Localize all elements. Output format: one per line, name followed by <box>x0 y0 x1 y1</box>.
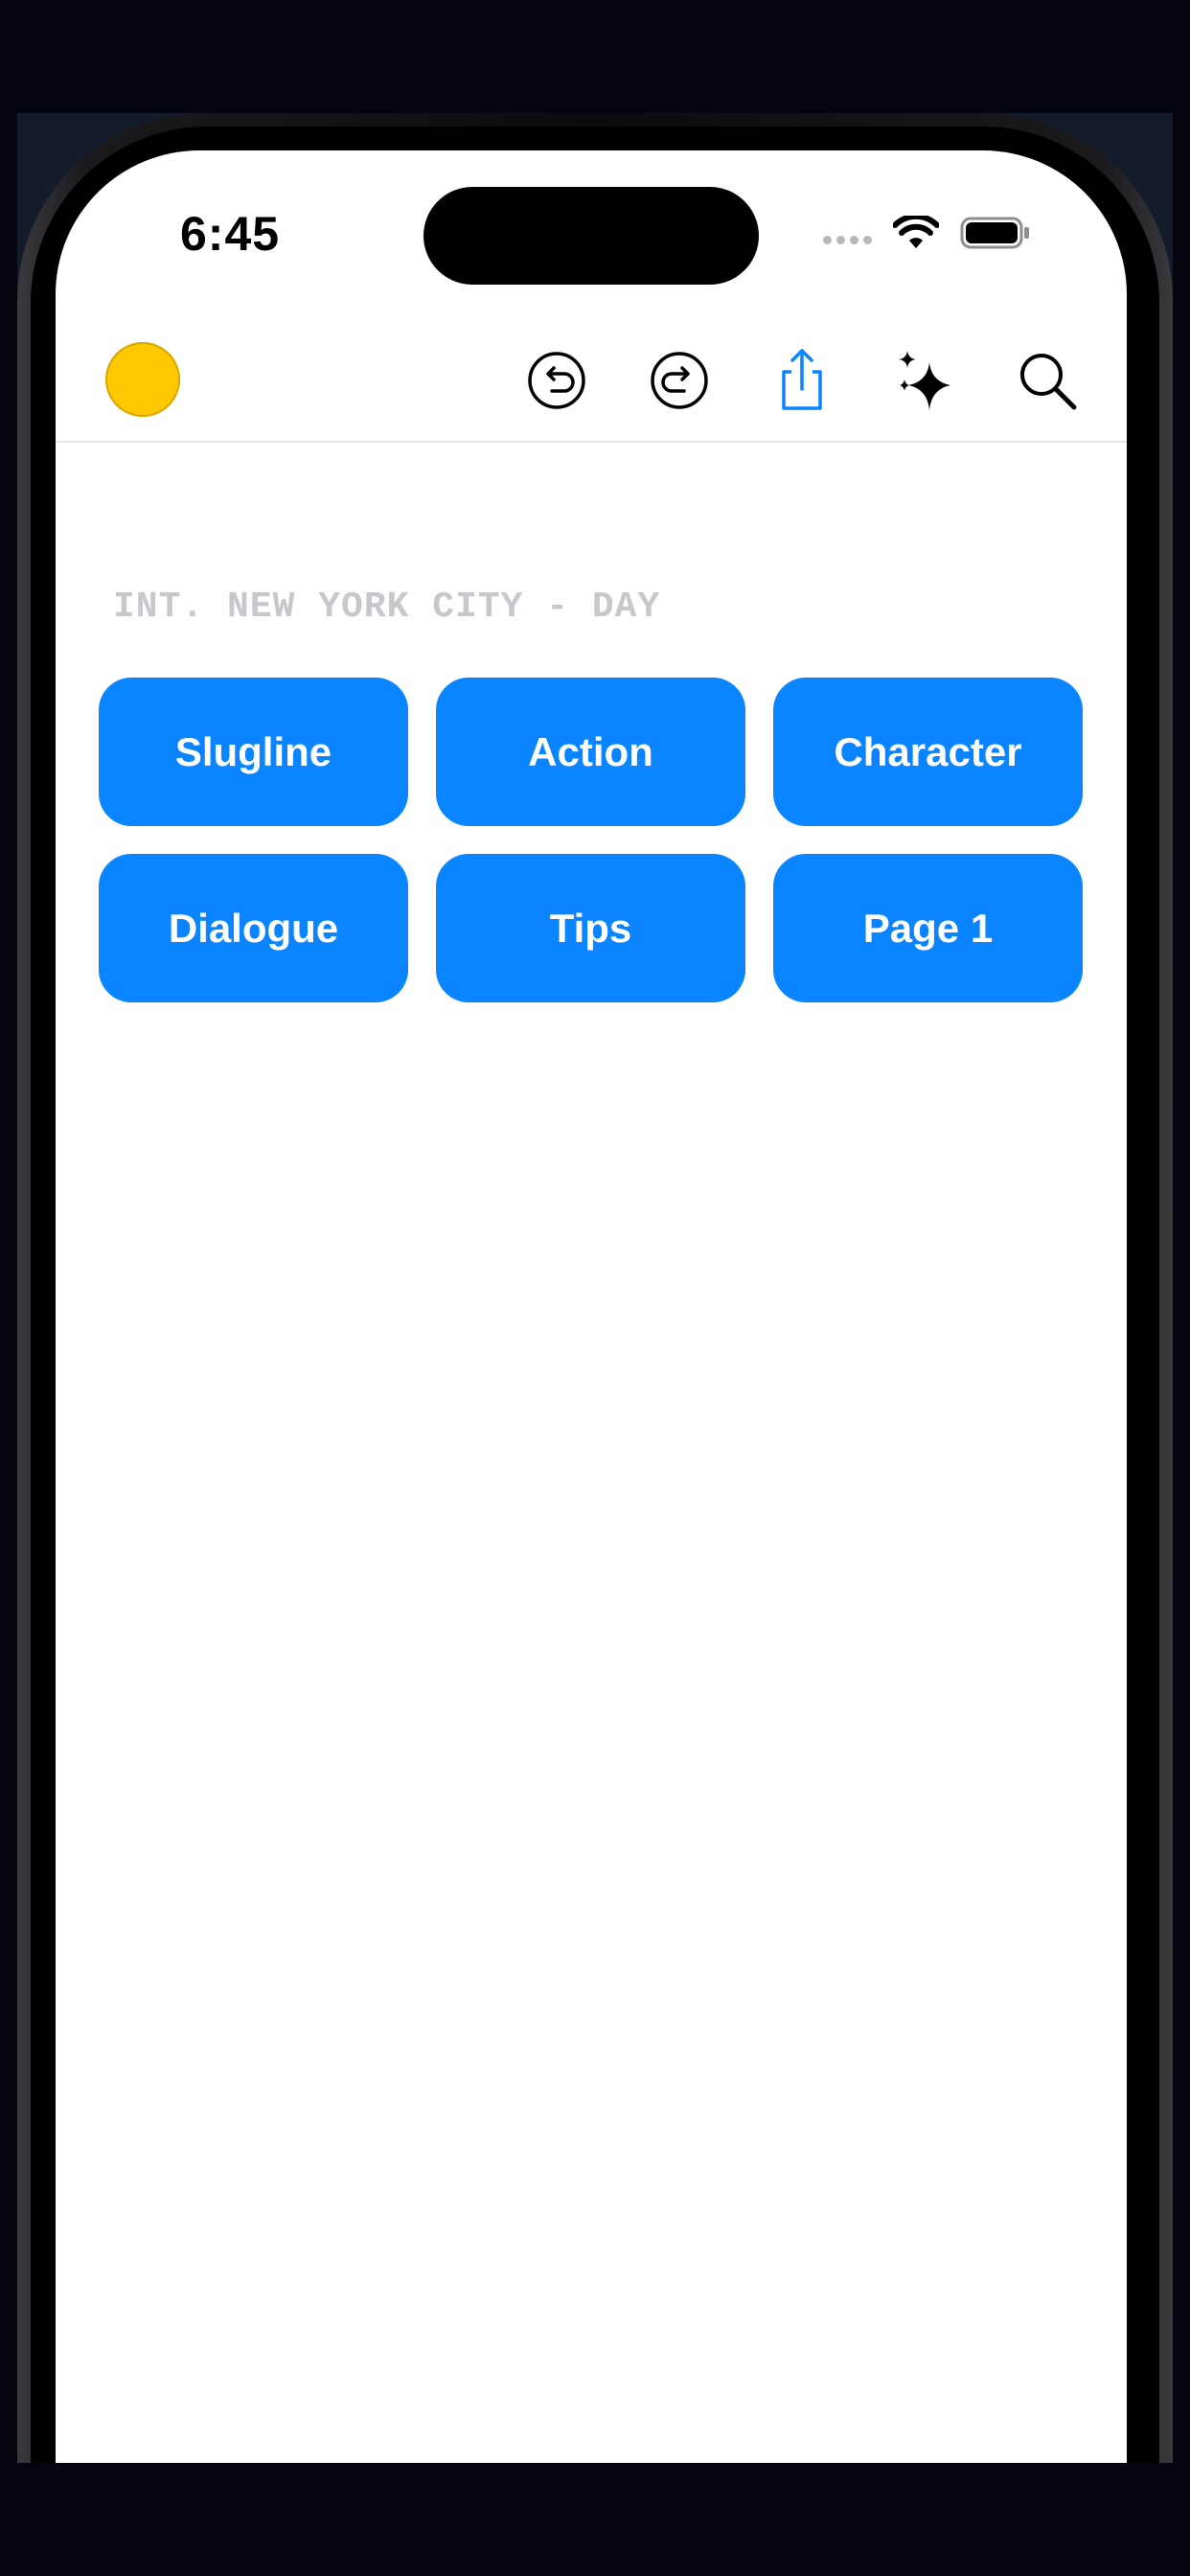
dynamic-island <box>423 187 759 285</box>
action-button[interactable]: Action <box>436 678 745 826</box>
editor-toolbar <box>56 323 1127 438</box>
avatar[interactable] <box>105 342 180 417</box>
app-screen: 6:45 INT. NEW YORK CITY - DAY Slugline A… <box>56 150 1127 2576</box>
element-type-grid: Slugline Action Character Dialogue Tips … <box>99 678 1086 1002</box>
tips-button[interactable]: Tips <box>436 854 745 1002</box>
status-time: 6:45 <box>180 207 281 261</box>
dialogue-button[interactable]: Dialogue <box>99 854 408 1002</box>
screenshot-bottom-crop <box>0 2463 1190 2576</box>
device-stage: 6:45 INT. NEW YORK CITY - DAY Slugline A… <box>0 0 1190 2576</box>
cellular-signal-icon <box>823 235 872 244</box>
status-indicators <box>823 216 1031 250</box>
undo-icon[interactable] <box>523 347 590 414</box>
share-icon[interactable] <box>768 347 835 414</box>
search-icon[interactable] <box>1014 347 1081 414</box>
page-button[interactable]: Page 1 <box>773 854 1083 1002</box>
battery-icon <box>960 217 1029 249</box>
slugline-button[interactable]: Slugline <box>99 678 408 826</box>
redo-icon[interactable] <box>646 347 713 414</box>
sparkles-icon[interactable] <box>891 347 958 414</box>
character-button[interactable]: Character <box>773 678 1083 826</box>
slugline-placeholder[interactable]: INT. NEW YORK CITY - DAY <box>113 586 660 628</box>
toolbar-divider <box>56 441 1127 443</box>
wifi-icon <box>893 216 939 248</box>
